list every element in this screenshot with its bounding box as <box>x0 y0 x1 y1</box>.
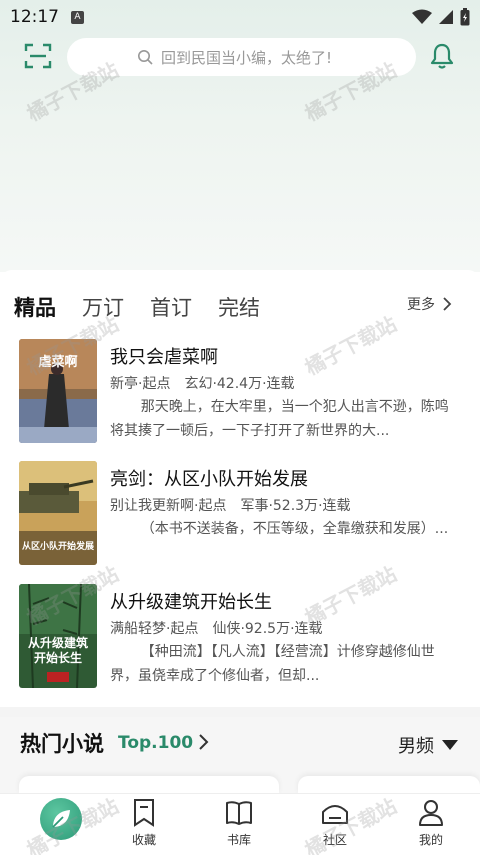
nav-label: 社区 <box>322 833 347 847</box>
section-divider <box>0 707 480 717</box>
hot-card[interactable] <box>298 776 480 794</box>
book-title: 我只会虐菜啊 <box>110 347 218 368</box>
nav-community[interactable]: 社区 <box>300 794 370 855</box>
status-icons <box>412 8 470 26</box>
search-icon <box>138 50 153 65</box>
nav-collect[interactable]: 收藏 <box>109 794 179 855</box>
nav-label: 书库 <box>226 833 251 847</box>
cover-title: 虐菜啊 <box>38 355 78 370</box>
hot-card[interactable] <box>19 776 279 794</box>
more-link[interactable]: 更多 <box>407 294 455 314</box>
signal-icon <box>439 10 453 24</box>
book-item[interactable]: 从区小队开始发展 亮剑：从区小队开始发展 别让我更新啊·起点 军事·52.3万·… <box>19 461 469 565</box>
nav-label: 我的 <box>418 833 443 847</box>
gender-filter-dropdown[interactable]: 男频 <box>398 732 458 758</box>
tab-wanding[interactable]: 万订 <box>82 292 124 322</box>
nav-label: 收藏 <box>131 833 156 847</box>
nav-home[interactable] <box>13 794 83 855</box>
book-description: （本书不送装备，不压等级，全靠缴获和发展）... <box>140 521 449 537</box>
tab-wanjie[interactable]: 完结 <box>218 292 260 322</box>
category-tabs: 精品 万订 首订 完结 <box>14 288 286 327</box>
tab-jingpin[interactable]: 精品 <box>14 292 58 327</box>
status-time: 12:17 <box>10 7 59 27</box>
wifi-icon <box>412 9 432 24</box>
book-cover: 从区小队开始发展 <box>19 461 97 565</box>
more-label: 更多 <box>407 297 435 313</box>
bell-icon[interactable] <box>429 42 455 70</box>
chevron-right-icon[interactable] <box>196 733 210 751</box>
hot-top-link[interactable]: Top.100 <box>118 733 193 753</box>
status-bar: 12:17 A <box>0 0 480 34</box>
book-description: 【种田流】【凡人流】【经营流】计修穿越修仙世界，虽侥幸成了个修仙者，但却... <box>110 644 435 684</box>
tab-shouding[interactable]: 首订 <box>150 292 192 322</box>
user-icon <box>419 800 443 826</box>
book-description: 那天晚上，在大牢里，当一个犯人出言不逊，陈鸣将其揍了一顿后，一下子打开了新世界的… <box>110 399 449 439</box>
cover-title: 从区小队开始发展 <box>21 542 94 552</box>
book-cover: 从升级建筑开始长生 <box>19 584 97 688</box>
notification-icon: A <box>71 10 84 24</box>
book-meta: 新亭·起点 玄幻·42.4万·连载 <box>110 376 295 392</box>
chevron-right-icon <box>443 297 452 311</box>
gender-filter-label: 男频 <box>398 736 434 757</box>
scan-icon[interactable] <box>24 42 52 70</box>
search-placeholder: 回到民国当小编，太绝了! <box>161 48 333 67</box>
book-icon <box>226 801 252 825</box>
caret-down-icon <box>442 740 458 750</box>
hot-section-title: 热门小说 <box>20 732 104 756</box>
book-title: 亮剑：从区小队开始发展 <box>110 469 308 490</box>
search-input[interactable]: 回到民国当小编，太绝了! <box>67 38 416 76</box>
bottom-nav: 收藏 书库 社区 我的 <box>0 793 480 855</box>
book-meta: 满船轻梦·起点 仙侠·92.5万·连载 <box>110 621 323 637</box>
book-meta: 别让我更新啊·起点 军事·52.3万·连载 <box>110 498 351 514</box>
book-cover: 虐菜啊 <box>19 339 97 443</box>
nav-profile[interactable]: 我的 <box>396 794 466 855</box>
community-icon <box>322 805 348 824</box>
home-leaf-icon <box>40 798 82 840</box>
battery-icon <box>460 8 470 26</box>
bookmark-icon <box>134 799 154 827</box>
book-item[interactable]: 从升级建筑开始长生 从升级建筑开始长生 满船轻梦·起点 仙侠·92.5万·连载 … <box>19 584 469 688</box>
search-row: 回到民国当小编，太绝了! <box>0 38 480 76</box>
book-title: 从升级建筑开始长生 <box>110 592 272 613</box>
cover-title: 从升级建筑开始长生 <box>27 636 88 665</box>
book-item[interactable]: 虐菜啊 我只会虐菜啊 新亭·起点 玄幻·42.4万·连载 那天晚上，在大牢里，当… <box>19 339 469 443</box>
nav-library[interactable]: 书库 <box>204 794 274 855</box>
